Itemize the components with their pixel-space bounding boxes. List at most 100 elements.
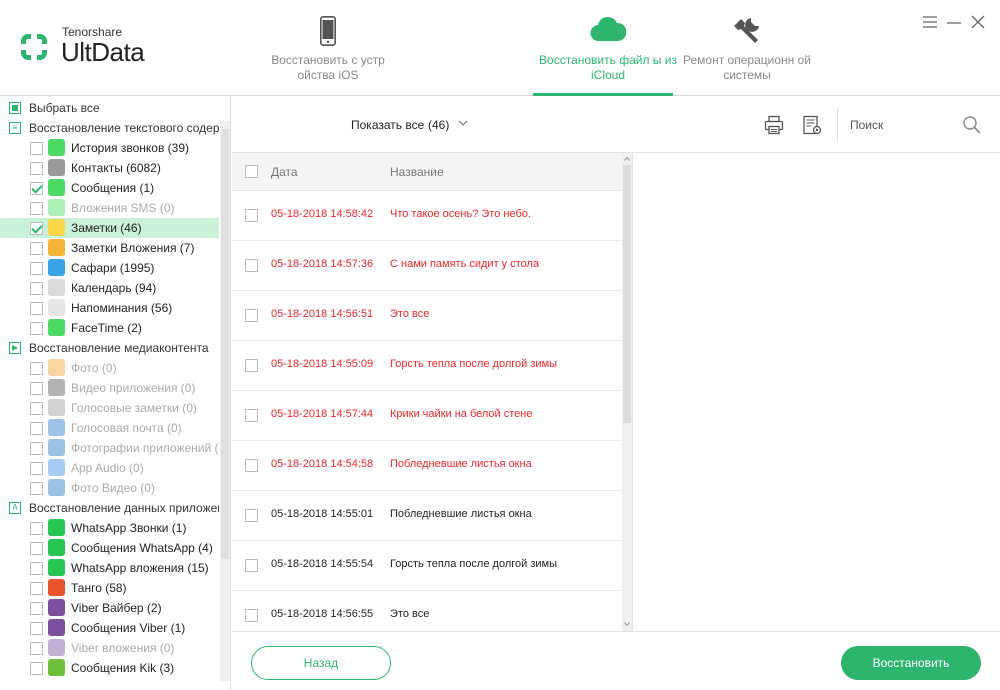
- table-row[interactable]: 05-18-2018 14:57:36 С нами память сидит у…: [232, 241, 622, 291]
- sidebar-item[interactable]: WhatsApp Звонки (1): [0, 518, 219, 538]
- sidebar-item[interactable]: Сообщения WhatsApp (4): [0, 538, 219, 558]
- group-header-2[interactable]: A Восстановление данных приложений: [0, 498, 219, 518]
- print-icon[interactable]: [764, 115, 784, 135]
- column-header-date[interactable]: Дата: [271, 165, 298, 179]
- filter-dropdown-count[interactable]: (46): [428, 118, 449, 132]
- group-header-1[interactable]: ▶ Восстановление медиаконтента: [0, 338, 219, 358]
- category-checkbox[interactable]: [30, 582, 43, 595]
- sidebar-item[interactable]: Голосовые заметки (0): [0, 398, 219, 418]
- category-checkbox[interactable]: [30, 182, 43, 195]
- sidebar-item[interactable]: App Audio (0): [0, 458, 219, 478]
- category-checkbox[interactable]: [30, 462, 43, 475]
- sidebar-item[interactable]: Viber вложения (0): [0, 638, 219, 658]
- close-button[interactable]: [970, 14, 986, 30]
- row-checkbox[interactable]: [245, 509, 258, 522]
- sidebar-item[interactable]: Сообщения Viber (1): [0, 618, 219, 638]
- category-checkbox[interactable]: [30, 662, 43, 675]
- category-checkbox[interactable]: [30, 602, 43, 615]
- scroll-down-icon[interactable]: [624, 621, 630, 627]
- category-checkbox[interactable]: [30, 642, 43, 655]
- category-checkbox[interactable]: [30, 282, 43, 295]
- select-all-row[interactable]: Выбрать все: [0, 98, 219, 118]
- category-checkbox[interactable]: [30, 222, 43, 235]
- category-checkbox[interactable]: [30, 562, 43, 575]
- category-checkbox[interactable]: [30, 142, 43, 155]
- table-row[interactable]: 05-18-2018 14:56:51 Это все: [232, 291, 622, 341]
- category-checkbox[interactable]: [30, 322, 43, 335]
- tab-recover-ios[interactable]: Восстановить с устр ойства iOS: [253, 12, 403, 96]
- sidebar-item[interactable]: История звонков (39): [0, 138, 219, 158]
- category-checkbox[interactable]: [30, 162, 43, 175]
- category-checkbox[interactable]: [30, 262, 43, 275]
- filter-dropdown-label[interactable]: Показать все: [351, 118, 424, 132]
- row-checkbox[interactable]: [245, 209, 258, 222]
- table-row[interactable]: 05-18-2018 14:54:58 Побледневшие листья о…: [232, 441, 622, 491]
- category-checkbox[interactable]: [30, 402, 43, 415]
- search-icon[interactable]: [962, 115, 982, 135]
- category-checkbox[interactable]: [30, 382, 43, 395]
- table-scrollbar-thumb[interactable]: [623, 165, 631, 423]
- sidebar-item[interactable]: Видео приложения (0): [0, 378, 219, 398]
- sidebar-item[interactable]: Голосовая почта (0): [0, 418, 219, 438]
- recover-button[interactable]: Восстановить: [841, 646, 981, 680]
- row-checkbox[interactable]: [245, 609, 258, 622]
- sidebar-item[interactable]: Фото (0): [0, 358, 219, 378]
- category-checkbox[interactable]: [30, 542, 43, 555]
- sidebar-item[interactable]: Сообщения (1): [0, 178, 219, 198]
- sidebar-item[interactable]: Танго (58): [0, 578, 219, 598]
- category-checkbox[interactable]: [30, 422, 43, 435]
- sidebar-item[interactable]: FaceTime (2): [0, 318, 219, 338]
- category-checkbox[interactable]: [30, 522, 43, 535]
- select-all-checkbox-icon[interactable]: [9, 102, 21, 114]
- sidebar-item-label: Сообщения Kik (3): [71, 661, 175, 675]
- sidebar-item[interactable]: Календарь (94): [0, 278, 219, 298]
- sidebar-item[interactable]: Фото Видео (0): [0, 478, 219, 498]
- category-checkbox[interactable]: [30, 442, 43, 455]
- category-checkbox[interactable]: [30, 362, 43, 375]
- row-checkbox[interactable]: [245, 259, 258, 272]
- chevron-down-icon[interactable]: [458, 118, 468, 128]
- category-checkbox[interactable]: [30, 302, 43, 315]
- sidebar-item[interactable]: Сафари (1995): [0, 258, 219, 278]
- tab-system-repair[interactable]: Ремонт операционн ой системы: [672, 12, 822, 96]
- category-checkbox[interactable]: [30, 622, 43, 635]
- sidebar-item[interactable]: Сообщения Kik (3): [0, 658, 219, 678]
- close-icon: [971, 15, 985, 29]
- select-all-rows-checkbox[interactable]: [245, 165, 258, 178]
- sidebar-item[interactable]: Вложения SMS (0): [0, 198, 219, 218]
- sidebar-item[interactable]: Заметки Вложения (7): [0, 238, 219, 258]
- row-title: Побледневшие листья окна: [390, 508, 532, 520]
- sidebar-item[interactable]: WhatsApp вложения (15): [0, 558, 219, 578]
- export-settings-icon[interactable]: [802, 115, 822, 135]
- back-button[interactable]: Назад: [251, 646, 391, 680]
- category-checkbox[interactable]: [30, 242, 43, 255]
- row-checkbox[interactable]: [245, 559, 258, 572]
- table-row[interactable]: 05-18-2018 14:55:01 Побледневшие листья о…: [232, 491, 622, 541]
- table-row[interactable]: 05-18-2018 14:55:09 Горсть тепла после до…: [232, 341, 622, 391]
- category-checkbox[interactable]: [30, 202, 43, 215]
- sidebar-scrollbar[interactable]: [220, 121, 230, 681]
- sidebar-item[interactable]: Контакты (6082): [0, 158, 219, 178]
- sidebar-item[interactable]: Напоминания (56): [0, 298, 219, 318]
- category-checkbox[interactable]: [30, 482, 43, 495]
- row-checkbox[interactable]: [245, 309, 258, 322]
- row-checkbox[interactable]: [245, 359, 258, 372]
- sidebar-item[interactable]: Фотографии приложений (0): [0, 438, 219, 458]
- table-row[interactable]: 05-18-2018 14:55:54 Горсть тепла после до…: [232, 541, 622, 591]
- sidebar-scrollbar-thumb[interactable]: [221, 129, 229, 559]
- column-header-name[interactable]: Название: [390, 165, 444, 179]
- minimize-button[interactable]: [946, 14, 962, 30]
- table-row[interactable]: 05-18-2018 14:57:44 Крики чайки на белой …: [232, 391, 622, 441]
- table-row[interactable]: 05-18-2018 14:56:55 Это все: [232, 591, 622, 631]
- row-checkbox[interactable]: [245, 459, 258, 472]
- table-scrollbar[interactable]: [622, 153, 632, 631]
- table-row[interactable]: 05-18-2018 14:58:42 Что такое осень? Это …: [232, 191, 622, 241]
- search-input[interactable]: [850, 116, 970, 134]
- group-header-0[interactable]: ≡ Восстановление текстового содержи: [0, 118, 219, 138]
- menu-button[interactable]: [922, 14, 938, 30]
- scroll-up-icon[interactable]: [624, 156, 630, 162]
- row-checkbox[interactable]: [245, 409, 258, 422]
- sidebar-item[interactable]: Viber Вайбер (2): [0, 598, 219, 618]
- tab-recover-icloud[interactable]: Восстановить файл ы из iCloud: [533, 12, 683, 96]
- sidebar-item[interactable]: Заметки (46): [0, 218, 219, 238]
